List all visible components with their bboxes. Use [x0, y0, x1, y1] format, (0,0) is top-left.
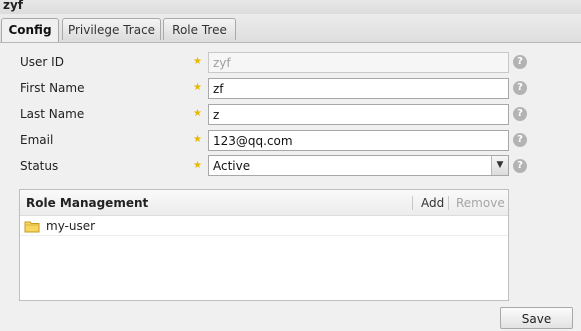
window-title: zyf [3, 0, 24, 12]
status-select-value: Active [213, 159, 251, 173]
help-icon[interactable]: ? [513, 81, 527, 95]
required-star-icon: ★ [193, 160, 202, 171]
help-icon[interactable]: ? [513, 159, 527, 173]
required-star-icon: ★ [193, 108, 202, 119]
email-field[interactable] [208, 130, 509, 151]
folder-icon [24, 220, 40, 236]
tab-privilege-trace[interactable]: Privilege Trace [62, 18, 161, 40]
required-star-icon: ★ [193, 134, 202, 145]
role-management-header: Role Management Add Remove [20, 190, 508, 216]
chevron-down-icon[interactable]: ▼ [491, 156, 508, 175]
save-button[interactable]: Save [500, 307, 573, 329]
toolbar-divider [448, 196, 449, 210]
toolbar-divider [412, 196, 413, 210]
email-label: Email [20, 133, 54, 147]
help-icon[interactable]: ? [513, 133, 527, 147]
remove-role-button: Remove [456, 196, 505, 210]
status-select[interactable]: Active ▼ [208, 155, 509, 176]
last-name-label: Last Name [20, 107, 85, 121]
required-star-icon: ★ [193, 82, 202, 93]
list-item[interactable]: my-user [20, 216, 508, 236]
add-role-button[interactable]: Add [421, 196, 444, 210]
last-name-field[interactable] [208, 104, 509, 125]
help-icon[interactable]: ? [513, 55, 527, 69]
tab-bar: Config Privilege Trace Role Tree [0, 14, 581, 43]
window-titlebar: zyf [0, 0, 581, 14]
role-management-title: Role Management [26, 196, 149, 210]
user-id-label: User ID [20, 55, 64, 69]
help-icon[interactable]: ? [513, 107, 527, 121]
first-name-field[interactable] [208, 78, 509, 99]
role-name: my-user [46, 219, 96, 233]
tab-config[interactable]: Config [1, 18, 59, 42]
required-star-icon: ★ [193, 56, 202, 67]
tab-role-tree[interactable]: Role Tree [163, 18, 236, 40]
status-label: Status [20, 159, 59, 173]
role-management-panel: Role Management Add Remove my-user [19, 189, 509, 301]
user-id-field[interactable] [208, 52, 509, 73]
first-name-label: First Name [20, 81, 85, 95]
